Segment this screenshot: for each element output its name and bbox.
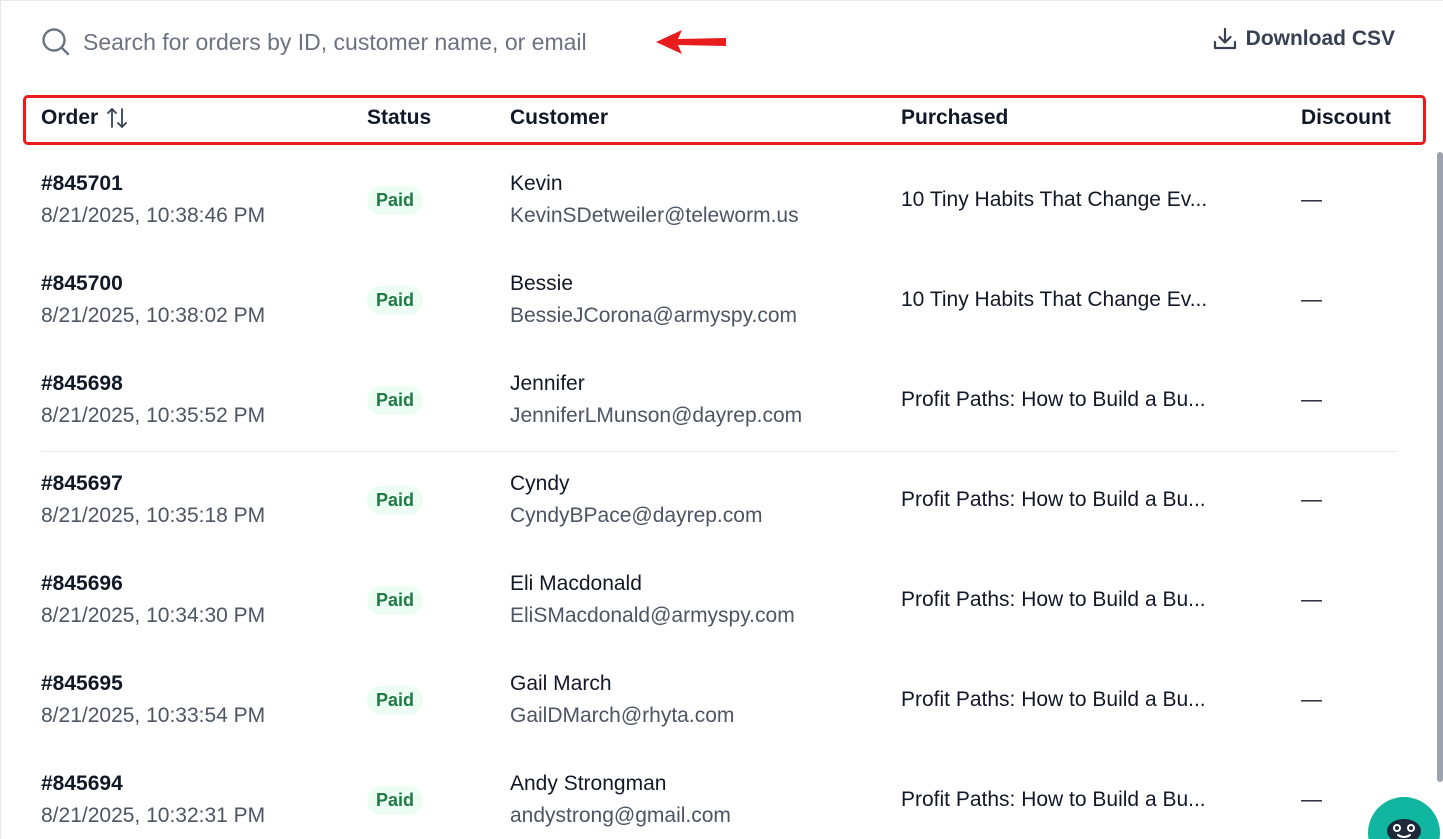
customer-name: Andy Strongman bbox=[510, 772, 667, 795]
column-header-order-label: Order bbox=[41, 106, 99, 129]
discount-value: — bbox=[1301, 288, 1322, 311]
status-badge: Paid bbox=[367, 586, 424, 615]
table-row[interactable]: #845700 8/21/2025, 10:38:02 PM Paid Bess… bbox=[1, 250, 1443, 350]
search-icon bbox=[41, 27, 71, 57]
status-badge: Paid bbox=[367, 686, 424, 715]
order-id[interactable]: #845695 bbox=[41, 672, 123, 696]
column-header-discount: Discount bbox=[1301, 106, 1391, 129]
customer-name: Kevin bbox=[510, 172, 563, 195]
download-csv-button[interactable]: Download CSV bbox=[1212, 26, 1395, 52]
customer-name: Eli Macdonald bbox=[510, 572, 642, 595]
customer-email: KevinSDetweiler@teleworm.us bbox=[510, 204, 799, 227]
customer-email: CyndyBPace@dayrep.com bbox=[510, 504, 763, 527]
purchased-product: Profit Paths: How to Build a Bu... bbox=[901, 688, 1206, 711]
customer-name: Gail March bbox=[510, 672, 612, 695]
order-id[interactable]: #845700 bbox=[41, 272, 123, 296]
customer-email: GailDMarch@rhyta.com bbox=[510, 704, 735, 727]
table-row[interactable]: #845694 8/21/2025, 10:32:31 PM Paid Andy… bbox=[1, 750, 1443, 839]
column-header-status: Status bbox=[367, 106, 432, 129]
order-id[interactable]: #845698 bbox=[41, 372, 123, 396]
column-header-customer: Customer bbox=[510, 106, 609, 129]
table-row[interactable]: #845696 8/21/2025, 10:34:30 PM Paid Eli … bbox=[1, 550, 1443, 650]
download-icon bbox=[1212, 26, 1238, 52]
table-row[interactable]: #845697 8/21/2025, 10:35:18 PM Paid Cynd… bbox=[1, 450, 1443, 550]
chat-avatar-icon bbox=[1384, 815, 1424, 839]
customer-name: Bessie bbox=[510, 272, 574, 295]
status-badge: Paid bbox=[367, 786, 424, 815]
purchased-product: Profit Paths: How to Build a Bu... bbox=[901, 488, 1206, 511]
order-date: 8/21/2025, 10:34:30 PM bbox=[41, 604, 266, 627]
discount-value: — bbox=[1301, 688, 1322, 711]
scrollbar[interactable] bbox=[1437, 152, 1443, 782]
purchased-product: Profit Paths: How to Build a Bu... bbox=[901, 788, 1206, 811]
red-arrow-icon bbox=[656, 30, 726, 54]
table-row[interactable]: #845698 8/21/2025, 10:35:52 PM Paid Jenn… bbox=[1, 350, 1443, 450]
table-header-highlight bbox=[23, 95, 1426, 145]
status-badge: Paid bbox=[367, 286, 424, 315]
order-date: 8/21/2025, 10:33:54 PM bbox=[41, 704, 266, 727]
order-id[interactable]: #845697 bbox=[41, 472, 123, 496]
table-row[interactable]: #845701 8/21/2025, 10:38:46 PM Paid Kevi… bbox=[1, 150, 1443, 250]
order-date: 8/21/2025, 10:35:52 PM bbox=[41, 404, 266, 427]
sort-arrows-icon[interactable] bbox=[104, 105, 130, 131]
customer-email: EliSMacdonald@armyspy.com bbox=[510, 604, 795, 627]
table-row[interactable]: #845695 8/21/2025, 10:33:54 PM Paid Gail… bbox=[1, 650, 1443, 750]
order-date: 8/21/2025, 10:38:46 PM bbox=[41, 204, 266, 227]
purchased-product: Profit Paths: How to Build a Bu... bbox=[901, 388, 1206, 411]
top-divider bbox=[1, 0, 1443, 1]
customer-email: JenniferLMunson@dayrep.com bbox=[510, 404, 803, 427]
order-id[interactable]: #845701 bbox=[41, 172, 123, 196]
customer-email: BessieJCorona@armyspy.com bbox=[510, 304, 798, 327]
status-badge: Paid bbox=[367, 386, 424, 415]
purchased-product: 10 Tiny Habits That Change Ev... bbox=[901, 288, 1208, 311]
purchased-product: 10 Tiny Habits That Change Ev... bbox=[901, 188, 1208, 211]
customer-email: andystrong@gmail.com bbox=[510, 804, 731, 827]
discount-value: — bbox=[1301, 588, 1322, 611]
customer-name: Cyndy bbox=[510, 472, 570, 495]
status-badge: Paid bbox=[367, 186, 424, 215]
status-badge: Paid bbox=[367, 486, 424, 515]
discount-value: — bbox=[1301, 188, 1322, 211]
download-csv-label: Download CSV bbox=[1245, 27, 1395, 50]
discount-value: — bbox=[1301, 388, 1322, 411]
order-id[interactable]: #845694 bbox=[41, 772, 123, 796]
order-id[interactable]: #845696 bbox=[41, 572, 123, 596]
search-input[interactable] bbox=[83, 28, 653, 56]
purchased-product: Profit Paths: How to Build a Bu... bbox=[901, 588, 1206, 611]
customer-name: Jennifer bbox=[510, 372, 585, 395]
column-header-order[interactable]: Order bbox=[41, 104, 130, 132]
orders-page: Download CSV Order Status Customer Purch… bbox=[0, 0, 1443, 839]
order-date: 8/21/2025, 10:35:18 PM bbox=[41, 504, 266, 527]
discount-value: — bbox=[1301, 488, 1322, 511]
discount-value: — bbox=[1301, 788, 1322, 811]
search-bar[interactable] bbox=[41, 24, 653, 60]
column-header-purchased: Purchased bbox=[901, 106, 1009, 129]
order-date: 8/21/2025, 10:32:31 PM bbox=[41, 804, 266, 827]
order-date: 8/21/2025, 10:38:02 PM bbox=[41, 304, 266, 327]
